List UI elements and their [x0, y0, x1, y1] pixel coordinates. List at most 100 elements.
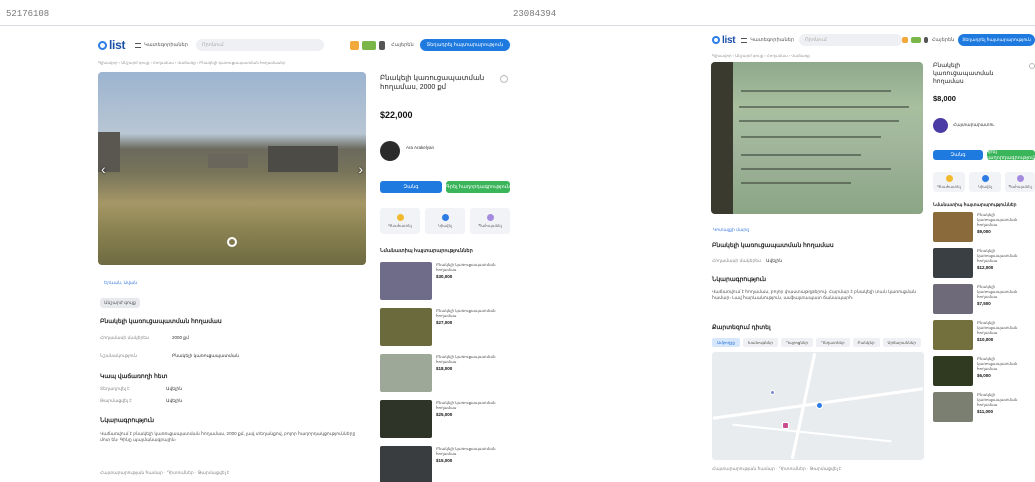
similar-listing[interactable]: Բնակելի կառուցապատման հողամաս $7,500	[933, 284, 1033, 314]
similar-listing[interactable]: Բնակելի կառուցապատման հողամաս $10,000	[933, 320, 1033, 350]
next-photo-icon[interactable]: ›	[358, 161, 363, 177]
similar-listing[interactable]: Բնակելի կառուցապատման հողամաս $6,000	[933, 356, 1033, 386]
breadcrumb[interactable]: Գլխավոր › Անշարժ գույք › Հողամաս › Վաճառ…	[98, 60, 286, 65]
similar-thumbnail[interactable]	[380, 446, 432, 482]
document-line	[741, 136, 881, 138]
similar-thumbnail[interactable]	[933, 212, 973, 242]
similar-price: $10,000	[977, 337, 994, 342]
promo-icon[interactable]	[910, 37, 921, 43]
seller-name[interactable]: Ara Arakelyan	[406, 145, 434, 150]
similar-info: Բնակելի կառուցապատման հողամաս $11,000	[977, 392, 1033, 422]
search-input[interactable]: Որոնում	[799, 34, 902, 46]
language-selector[interactable]: Հայերեն	[391, 42, 413, 48]
map-tab[interactable]: Սրճարաններ	[882, 338, 921, 347]
similar-info: Բնակելի կառուցապատման հողամաս $18,000	[436, 354, 512, 392]
offer-icon[interactable]	[350, 40, 360, 50]
language-selector[interactable]: Հայերեն	[932, 37, 954, 43]
promo-icon[interactable]	[362, 40, 377, 50]
document-line	[741, 90, 891, 92]
map-tab[interactable]: Դպրոցներ	[780, 338, 814, 347]
message-button[interactable]: Գրել հաղորդագրություն	[985, 149, 1035, 161]
panel-id: 52176108	[6, 9, 50, 19]
right-screenshot: 23084394 list Կատեգորիաներ Որոնում Հայեր…	[509, 0, 1035, 482]
similar-thumbnail[interactable]	[380, 400, 432, 438]
panel-id: 23084394	[513, 9, 557, 19]
similar-title-text: Բնակելի կառուցապատման հողամաս	[977, 248, 1018, 263]
pen-icon[interactable]	[923, 37, 928, 43]
zoom-icon[interactable]	[227, 237, 237, 247]
menu-icon	[135, 42, 142, 48]
offer-icon[interactable]	[901, 37, 908, 43]
section-title: Բնակելի կառուցապատման հողամաս	[100, 319, 222, 325]
map-tab[interactable]: Բանկեր	[852, 338, 880, 347]
similar-price: $25,000	[436, 412, 453, 417]
similar-listing[interactable]: Բնակելի կառուցապատման հողամաս $25,000	[380, 400, 512, 438]
listing-photo[interactable]: ‹ ›	[98, 72, 366, 265]
meta-value: Ավելին	[166, 398, 183, 403]
location-link[interactable]: Երևան, Ավան	[104, 280, 137, 286]
detail-label: Նշանակություն	[100, 353, 138, 358]
pen-icon[interactable]	[379, 40, 386, 50]
similar-price: $9,000	[977, 229, 991, 234]
save-action[interactable]: Պահպանել	[470, 208, 510, 234]
call-button[interactable]: Զանգ	[933, 150, 983, 160]
search-input[interactable]: Որոնում	[195, 39, 324, 51]
breadcrumb[interactable]: Գլխավոր › Անշարժ գույք › Հողամաս › Վաճառ…	[712, 53, 810, 58]
rate-action[interactable]: Գնահատել	[933, 172, 965, 192]
similar-listing[interactable]: Բնակելի կառուցապատման հողամաս $12,000	[933, 248, 1033, 278]
categories-menu[interactable]: Կատեգորիաներ	[135, 42, 188, 48]
prev-photo-icon[interactable]: ‹	[101, 161, 106, 177]
similar-listing[interactable]: Բնակելի կառուցապատման հողամաս $9,000	[933, 212, 1033, 242]
map-tab[interactable]: Դեղատներ	[816, 338, 850, 347]
similar-thumbnail[interactable]	[380, 354, 432, 392]
categories-menu[interactable]: Կատեգորիաներ	[741, 37, 794, 43]
detail-label: Հողամասի մակերես	[100, 335, 149, 340]
similar-thumbnail[interactable]	[933, 284, 973, 314]
header-icons	[901, 37, 928, 43]
poi-icon[interactable]	[782, 422, 789, 429]
similar-info: Բնակելի կառուցապատման հողամաս $9,000	[977, 212, 1033, 242]
post-ad-button[interactable]: Տեղադրել հայտարարություն	[419, 39, 510, 51]
save-action[interactable]: Պահպանել	[1005, 172, 1035, 192]
location-map[interactable]	[712, 352, 924, 460]
map-tab[interactable]: Ամբողջը	[712, 338, 740, 347]
similar-thumbnail[interactable]	[933, 248, 973, 278]
similar-thumbnail[interactable]	[380, 308, 432, 346]
similar-price: $30,000	[436, 274, 453, 279]
location-link[interactable]: Կոտայքի մարզ	[713, 227, 749, 233]
post-ad-button[interactable]: Տեղադրել հայտարարություն	[958, 34, 1035, 46]
share-action[interactable]: Կիսվել	[425, 208, 465, 234]
rate-action[interactable]: Գնահատել	[380, 208, 420, 234]
call-button[interactable]: Զանգ	[380, 181, 442, 193]
similar-price: $7,500	[977, 301, 991, 306]
seller-avatar[interactable]	[380, 141, 400, 161]
similar-thumbnail[interactable]	[933, 356, 973, 386]
similar-thumbnail[interactable]	[380, 262, 432, 300]
share-action[interactable]: Կիսվել	[969, 172, 1001, 192]
share-icon	[981, 175, 989, 182]
message-button[interactable]: Գրել հաղորդագրություն	[446, 181, 510, 193]
listing-photo[interactable]	[711, 62, 923, 214]
favorite-icon[interactable]	[500, 75, 508, 83]
map-pin-icon[interactable]	[816, 402, 823, 409]
description-title: Նկարագրություն	[100, 418, 155, 424]
site-logo[interactable]: list	[98, 38, 125, 52]
map-tab[interactable]: Խանութներ	[742, 338, 778, 347]
similar-thumbnail[interactable]	[933, 392, 973, 422]
poi-icon[interactable]	[770, 390, 775, 395]
similar-listing[interactable]: Բնակելի կառուցապատման հողամաս $11,000	[933, 392, 1033, 422]
similar-listing[interactable]: Բնակելի կառուցապատման հողամաս $30,000	[380, 262, 512, 300]
similar-price: $18,000	[436, 366, 453, 371]
similar-listing[interactable]: Բնակելի կառուցապատման հողամաս $15,000	[380, 446, 512, 482]
similar-listing[interactable]: Բնակելի կառուցապատման հողամաս $18,000	[380, 354, 512, 392]
similar-thumbnail[interactable]	[933, 320, 973, 350]
similar-listing[interactable]: Բնակելի կառուցապատման հողամաս $27,000	[380, 308, 512, 346]
site-logo[interactable]: list	[712, 35, 736, 46]
favorite-icon[interactable]	[1029, 63, 1035, 69]
similar-title-text: Բնակելի կառուցապատման հողամաս	[977, 392, 1018, 407]
seller-avatar[interactable]	[933, 118, 948, 133]
map-road	[732, 423, 892, 443]
similar-title-text: Բնակելի կառուցապատման հողամաս	[436, 354, 496, 364]
listing-price: $8,000	[933, 94, 956, 103]
seller-name[interactable]: Հայտարարատու	[953, 122, 994, 128]
